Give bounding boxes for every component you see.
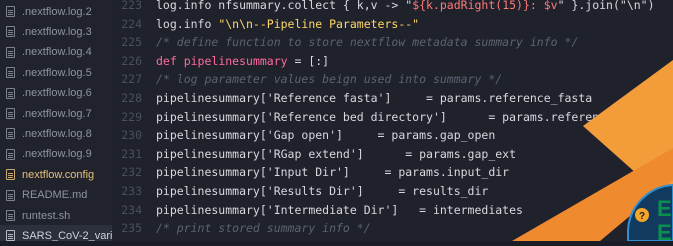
line-number: 225 (121, 35, 142, 50)
sidebar-item[interactable]: README.md (0, 185, 112, 206)
sidebar-item-label: README.md (22, 189, 88, 202)
file-icon (6, 67, 15, 79)
sidebar-item-label: nextflow.config (22, 168, 95, 181)
file-icon (6, 210, 15, 221)
line-number: 230 (121, 128, 142, 143)
sidebar-item-label: .nextflow.log.8 (22, 127, 92, 140)
sidebar-item-label: .nextflow.log.3 (22, 25, 92, 38)
code-line[interactable]: 227 /* log parameter values beign used in… (112, 70, 502, 88)
code-line[interactable]: 234 pipelinesummary['Intermediate Dir'] =… (112, 201, 523, 219)
sidebar-item[interactable]: .nextflow.log.8 (0, 123, 112, 144)
code-token: ${k.padRight(15)}: $v (412, 0, 558, 12)
sidebar-item[interactable]: .nextflow.log.7 (0, 103, 112, 124)
file-icon (6, 230, 15, 241)
code-line[interactable]: 233 pipelinesummary['Results Dir'] = resu… (112, 182, 488, 200)
badge-letter-bottom: E (657, 220, 672, 245)
line-number: 226 (121, 53, 142, 68)
sidebar-item-label: .nextflow.log.4 (22, 46, 92, 59)
code-line[interactable]: 228 pipelinesummary['Reference fasta'] = … (112, 89, 592, 107)
line-number: 227 (121, 72, 142, 87)
sidebar-item-label: .nextflow.log.7 (22, 107, 92, 120)
code-line[interactable]: 229 pipelinesummary['Reference bed direct… (112, 108, 599, 126)
sidebar-item-label: runtest.sh (22, 209, 71, 222)
file-explorer-sidebar: .nextflow.log.2 .nextflow.log.3 .nextflow.… (0, 0, 112, 241)
code-line[interactable]: 225 /* define function to store nextflow … (112, 33, 578, 51)
sidebar-item[interactable]: .nextflow.log.3 (0, 21, 112, 42)
file-icon (6, 26, 15, 38)
code-line[interactable]: 226 def pipelinesummary = [:] (112, 52, 329, 70)
code-token: pipelinesummary['Reference bed directory… (156, 109, 600, 124)
code-line[interactable]: 232 pipelinesummary['Input Dir'] = params… (112, 163, 509, 181)
sidebar-item[interactable]: .nextflow.log.9 (0, 144, 112, 165)
code-token: = [:] (287, 53, 330, 68)
code-token: log.info nfsummary.collect { k,v -> " (156, 0, 413, 12)
sidebar-item[interactable]: .nextflow.log.4 (0, 42, 112, 63)
file-icon (6, 108, 15, 119)
sidebar-item[interactable]: runtest.sh (0, 205, 112, 226)
code-token: pipelinesummary['Results Dir'] = results… (156, 184, 489, 198)
markdown-file-icon (6, 189, 15, 201)
code-line[interactable]: 230 pipelinesummary['Gap open'] = params.… (112, 126, 495, 144)
sidebar-item[interactable]: .nextflow.log.2 (0, 1, 112, 22)
line-number: 231 (121, 146, 142, 161)
line-number: 223 (121, 0, 142, 12)
code-token: pipelinesummary['RGap extend'] = params.… (156, 146, 517, 161)
line-number: 224 (121, 16, 142, 31)
badge-letter-top: E (657, 196, 672, 221)
code-token: "\n\n--Pipeline Parameters--" (218, 16, 420, 31)
code-token: /* define function to store nextflow met… (156, 35, 579, 50)
line-number: 235 (121, 221, 142, 236)
sidebar-item-label: .nextflow.log.9 (22, 148, 92, 161)
sidebar-item-label: .nextflow.log.6 (22, 87, 92, 100)
code-line[interactable]: 223 log.info nfsummary.collect { k,v -> "… (112, 0, 655, 14)
code-line[interactable]: 235 /* print stored summary info */ (112, 219, 371, 237)
code-token: /* log parameter values beign used into … (156, 72, 503, 87)
file-icon (6, 128, 15, 140)
line-number: 232 (121, 165, 142, 180)
sidebar-item[interactable]: .nextflow.log.6 (0, 83, 112, 104)
file-icon (6, 6, 15, 17)
code-line[interactable]: 224 log.info "\n\n--Pipeline Parameters--… (112, 15, 419, 33)
config-file-icon (6, 169, 15, 181)
file-icon (6, 87, 15, 99)
sidebar-item-label: SARS_CoV-2_vari (22, 229, 112, 241)
code-token: log.info (156, 16, 219, 31)
sidebar-item[interactable]: SARS_CoV-2_vari (0, 225, 112, 241)
line-number: 229 (121, 109, 142, 124)
code-token: def (156, 53, 184, 68)
code-token: pipelinesummary['Input Dir'] = params.in… (156, 165, 510, 180)
code-token: pipelinesummary['Intermediate Dir'] = in… (156, 202, 523, 217)
file-icon (6, 46, 15, 58)
line-number: 233 (121, 184, 142, 198)
code-token: pipelinesummary (183, 53, 288, 68)
sidebar-item[interactable]: .nextflow.log.5 (0, 62, 112, 83)
code-editor[interactable]: 223 log.info nfsummary.collect { k,v -> "… (112, 0, 673, 241)
code-token: " }.join("\n") (557, 0, 655, 12)
line-number: 234 (121, 202, 142, 217)
code-token: pipelinesummary['Gap open'] = params.gap… (156, 128, 496, 143)
file-icon (6, 148, 15, 160)
sidebar-item-label: .nextflow.log.2 (22, 5, 92, 18)
code-line[interactable]: 231 pipelinesummary['RGap extend'] = para… (112, 145, 516, 163)
code-token: /* print stored summary info */ (156, 221, 371, 236)
sidebar-item[interactable]: nextflow.config (0, 164, 112, 185)
sidebar-item-label: .nextflow.log.5 (22, 66, 92, 79)
code-token: pipelinesummary['Reference fasta'] = par… (156, 91, 593, 105)
line-number: 228 (121, 91, 142, 105)
